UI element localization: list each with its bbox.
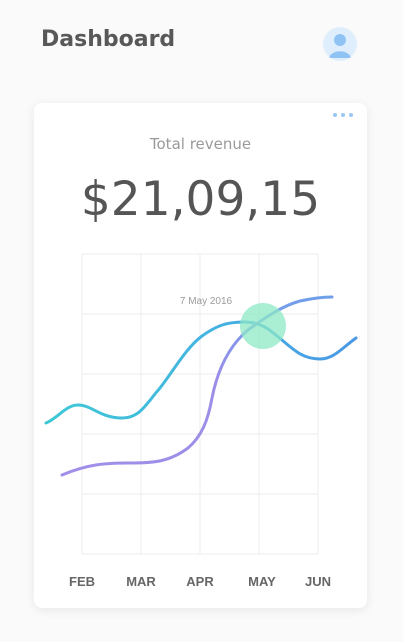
- annotation-label: 7 May 2016: [180, 296, 233, 307]
- highlight-point[interactable]: [240, 303, 286, 349]
- revenue-chart: 7 May 2016 FEB MAR APR MAY JUN: [44, 253, 358, 589]
- x-tick-label: APR: [186, 574, 214, 589]
- x-tick-label: MAR: [126, 574, 156, 589]
- x-tick-label: FEB: [69, 574, 95, 589]
- x-tick-label: MAY: [248, 574, 276, 589]
- x-tick-label: JUN: [305, 574, 331, 589]
- series-line-2: [60, 295, 334, 477]
- series-line-1: [44, 320, 358, 425]
